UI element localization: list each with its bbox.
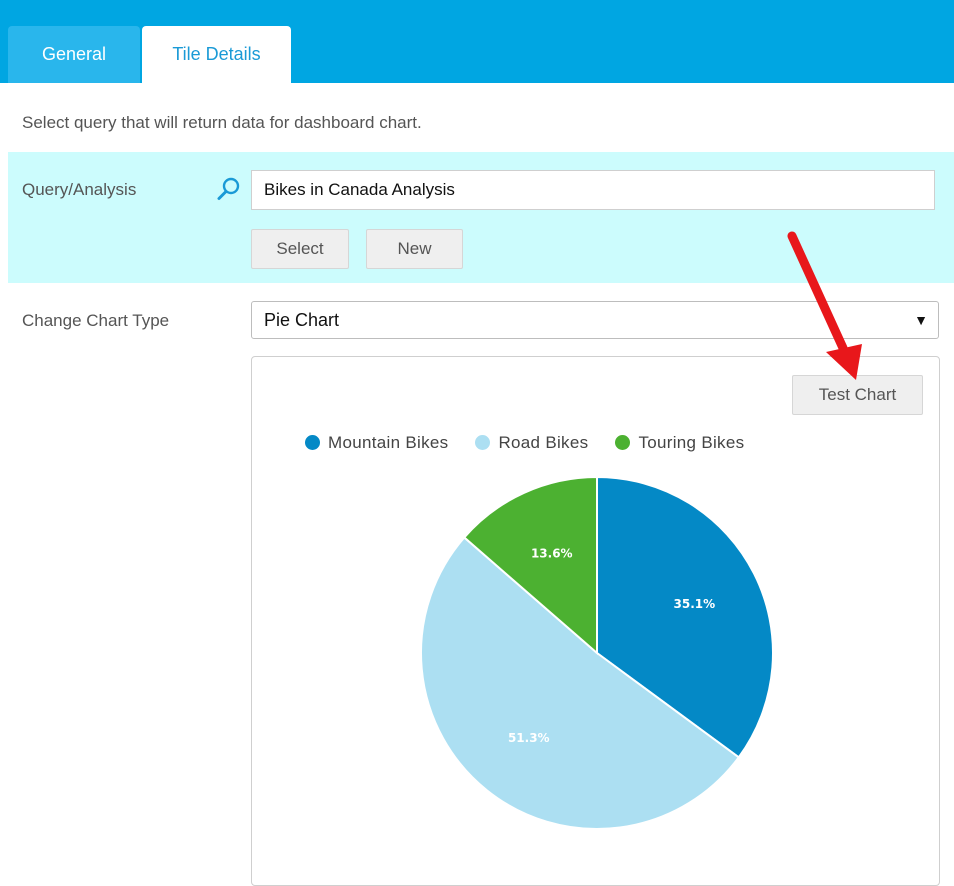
red-arrow-annotation (787, 231, 862, 380)
